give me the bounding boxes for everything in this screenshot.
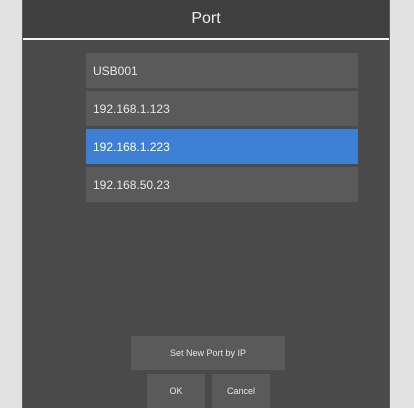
set-new-port-button[interactable]: Set New Port by IP [131, 336, 285, 370]
dialog-title: Port [191, 10, 221, 27]
port-item-label: 192.168.1.123 [93, 101, 170, 116]
port-item-label: 192.168.1.223 [93, 139, 170, 154]
ok-button[interactable]: OK [147, 374, 205, 408]
set-new-port-label: Set New Port by IP [169, 348, 247, 358]
port-list: USB001 192.168.1.123 192.168.1.223 192.1… [86, 53, 358, 205]
port-item-usb001[interactable]: USB001 [86, 53, 358, 88]
cancel-label: Cancel [226, 386, 255, 396]
port-item-label: USB001 [93, 63, 138, 78]
port-item-label: 192.168.50.23 [93, 177, 170, 192]
port-item-192-168-1-123[interactable]: 192.168.1.123 [86, 91, 358, 126]
port-item-192-168-50-23[interactable]: 192.168.50.23 [86, 167, 358, 202]
cancel-button[interactable]: Cancel [212, 374, 270, 408]
dialog-titlebar: Port [23, 0, 389, 40]
port-dialog: Port USB001 192.168.1.123 192.168.1.223 … [22, 0, 390, 408]
ok-label: OK [169, 386, 183, 396]
port-item-192-168-1-223[interactable]: 192.168.1.223 [86, 129, 358, 164]
